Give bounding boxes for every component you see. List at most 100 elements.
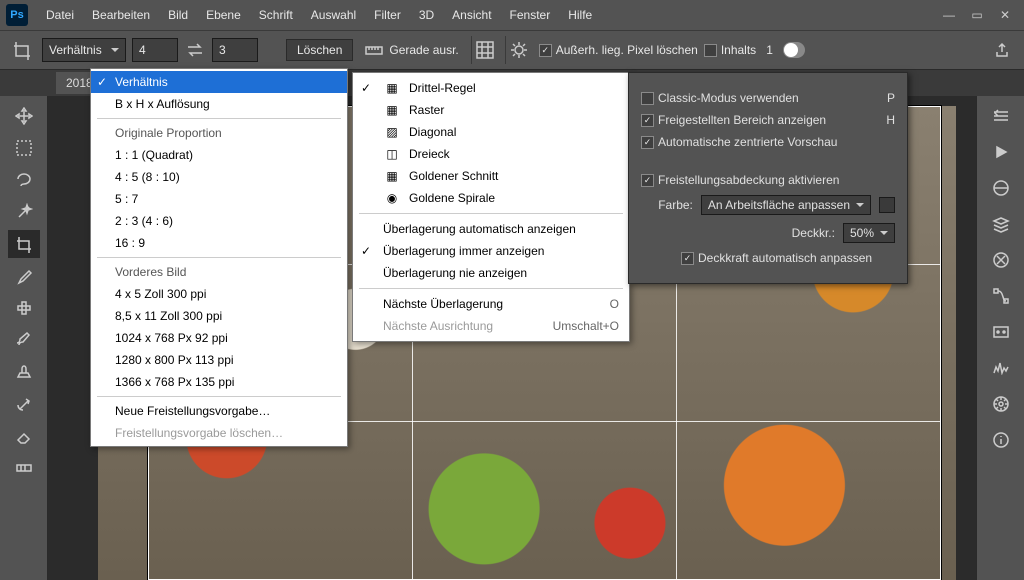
menu-filter[interactable]: Filter <box>366 4 409 26</box>
ratio-header-original: Originale Proportion <box>91 122 347 144</box>
crop-tool[interactable] <box>8 230 40 258</box>
diagonal-icon: ▨ <box>383 125 401 139</box>
shield-opacity-select[interactable]: 50% <box>843 223 895 243</box>
tools-panel <box>0 96 48 580</box>
overlay-triangle[interactable]: ◫Dreieck <box>353 143 629 165</box>
history-count: 1 <box>766 43 773 57</box>
maximize-button[interactable]: ▭ <box>964 5 990 25</box>
menu-3d[interactable]: 3D <box>411 4 442 26</box>
menu-help[interactable]: Hilfe <box>560 4 600 26</box>
golden-ratio-icon: ▦ <box>383 169 401 183</box>
shield-color-select[interactable]: An Arbeitsfläche anpassen <box>701 195 871 215</box>
share-icon[interactable] <box>988 36 1016 64</box>
panel-icon[interactable] <box>985 102 1017 130</box>
menu-edit[interactable]: Bearbeiten <box>84 4 158 26</box>
overlay-never-show[interactable]: Überlagerung nie anzeigen <box>353 262 629 284</box>
overlay-grid-button[interactable] <box>471 36 499 64</box>
brush-tool[interactable] <box>8 326 40 354</box>
move-tool[interactable] <box>8 102 40 130</box>
paths-panel-icon[interactable] <box>985 282 1017 310</box>
crop-height-input[interactable]: 3 <box>212 38 258 62</box>
overlay-golden-ratio[interactable]: ▦Goldener Schnitt <box>353 165 629 187</box>
delete-cropped-label: Außerh. lieg. Pixel löschen <box>556 43 698 57</box>
gradient-tool[interactable] <box>8 454 40 482</box>
layers-panel-icon[interactable] <box>985 210 1017 238</box>
shortcut-label: Umschalt+O <box>553 319 619 333</box>
info-panel-icon[interactable] <box>985 426 1017 454</box>
content-aware-label: Inhalts <box>721 43 756 57</box>
ratio-preset-1[interactable]: 4 x 5 Zoll 300 ppi <box>91 283 347 305</box>
content-aware-checkbox[interactable]: Inhalts <box>704 43 756 57</box>
shortcut-label: O <box>610 297 619 311</box>
overlay-golden-spiral[interactable]: ◉Goldene Spirale <box>353 187 629 209</box>
straighten-label: Gerade ausr. <box>389 43 458 57</box>
classic-mode-checkbox[interactable]: Classic-Modus verwendenP <box>641 91 895 105</box>
crop-tool-icon <box>8 36 36 64</box>
lasso-tool[interactable] <box>8 166 40 194</box>
ratio-option-4-5[interactable]: 4 : 5 (8 : 10) <box>91 166 347 188</box>
ratio-preset-5[interactable]: 1366 x 768 Px 135 ppi <box>91 371 347 393</box>
overlay-always-show[interactable]: Überlagerung immer anzeigen <box>353 240 629 262</box>
toggle-switch[interactable] <box>783 42 805 58</box>
ratio-option-16-9[interactable]: 16 : 9 <box>91 232 347 254</box>
history-brush-tool[interactable] <box>8 390 40 418</box>
styles-panel-icon[interactable] <box>985 390 1017 418</box>
overlay-grid[interactable]: ▦Raster <box>353 99 629 121</box>
color-swatch[interactable] <box>879 197 895 213</box>
grid-thirds-icon: ▦ <box>383 81 401 95</box>
ratio-option-ratio[interactable]: Verhältnis <box>91 71 347 93</box>
ratio-option-5-7[interactable]: 5 : 7 <box>91 188 347 210</box>
straighten-button[interactable]: Gerade ausr. <box>359 43 464 57</box>
menu-type[interactable]: Schrift <box>251 4 301 26</box>
delete-crop-preset: Freistellungsvorgabe löschen… <box>91 422 347 444</box>
minimize-button[interactable]: — <box>936 5 962 25</box>
chevron-down-icon <box>111 48 119 56</box>
marquee-tool[interactable] <box>8 134 40 162</box>
ratio-option-wxh[interactable]: B x H x Auflösung <box>91 93 347 115</box>
menu-select[interactable]: Auswahl <box>303 4 364 26</box>
ratio-preset-3[interactable]: 1024 x 768 Px 92 ppi <box>91 327 347 349</box>
auto-center-checkbox[interactable]: Automatische zentrierte Vorschau <box>641 135 895 149</box>
show-cropped-checkbox[interactable]: Freigestellten Bereich anzeigenH <box>641 113 895 127</box>
clear-button[interactable]: Löschen <box>286 39 353 61</box>
play-icon[interactable] <box>985 138 1017 166</box>
eyedropper-tool[interactable] <box>8 262 40 290</box>
menu-image[interactable]: Bild <box>160 4 196 26</box>
adjustments-panel-icon[interactable] <box>985 354 1017 382</box>
menu-file[interactable]: Datei <box>38 4 82 26</box>
channels-panel-icon[interactable] <box>985 246 1017 274</box>
clone-stamp-tool[interactable] <box>8 358 40 386</box>
menu-view[interactable]: Ansicht <box>444 4 499 26</box>
overlay-auto-show[interactable]: Überlagerung automatisch anzeigen <box>353 218 629 240</box>
swap-dimensions-button[interactable] <box>184 38 206 62</box>
overlay-next[interactable]: Nächste ÜberlagerungO <box>353 293 629 315</box>
ratio-header-front: Vorderes Bild <box>91 261 347 283</box>
ratio-preset-2[interactable]: 8,5 x 11 Zoll 300 ppi <box>91 305 347 327</box>
crop-width-input[interactable]: 4 <box>132 38 178 62</box>
color-panel-icon[interactable] <box>985 174 1017 202</box>
delete-cropped-checkbox[interactable]: Außerh. lieg. Pixel löschen <box>539 43 698 57</box>
window-controls: — ▭ ✕ <box>936 5 1018 25</box>
ratio-preset-4[interactable]: 1280 x 800 Px 113 ppi <box>91 349 347 371</box>
healing-brush-tool[interactable] <box>8 294 40 322</box>
ratio-option-1-1[interactable]: 1 : 1 (Quadrat) <box>91 144 347 166</box>
overlay-rule-of-thirds[interactable]: ▦Drittel-Regel <box>353 77 629 99</box>
titlebar: Ps Datei Bearbeiten Bild Ebene Schrift A… <box>0 0 1024 30</box>
chevron-down-icon <box>856 203 864 211</box>
menu-layer[interactable]: Ebene <box>198 4 249 26</box>
crop-settings-button[interactable] <box>505 36 533 64</box>
ratio-dropdown[interactable]: Verhältnis <box>42 38 126 62</box>
ratio-option-2-3[interactable]: 2 : 3 (4 : 6) <box>91 210 347 232</box>
auto-opacity-checkbox[interactable]: Deckkraft automatisch anpassen <box>681 251 895 265</box>
magic-wand-tool[interactable] <box>8 198 40 226</box>
properties-panel-icon[interactable] <box>985 318 1017 346</box>
app-logo: Ps <box>6 4 28 26</box>
enable-shield-checkbox[interactable]: Freistellungsabdeckung aktivieren <box>641 173 895 187</box>
new-crop-preset[interactable]: Neue Freistellungsvorgabe… <box>91 400 347 422</box>
overlay-diagonal[interactable]: ▨Diagonal <box>353 121 629 143</box>
shortcut-label: P <box>887 91 895 105</box>
triangle-icon: ◫ <box>383 147 401 161</box>
eraser-tool[interactable] <box>8 422 40 450</box>
close-button[interactable]: ✕ <box>992 5 1018 25</box>
menu-window[interactable]: Fenster <box>502 4 559 26</box>
